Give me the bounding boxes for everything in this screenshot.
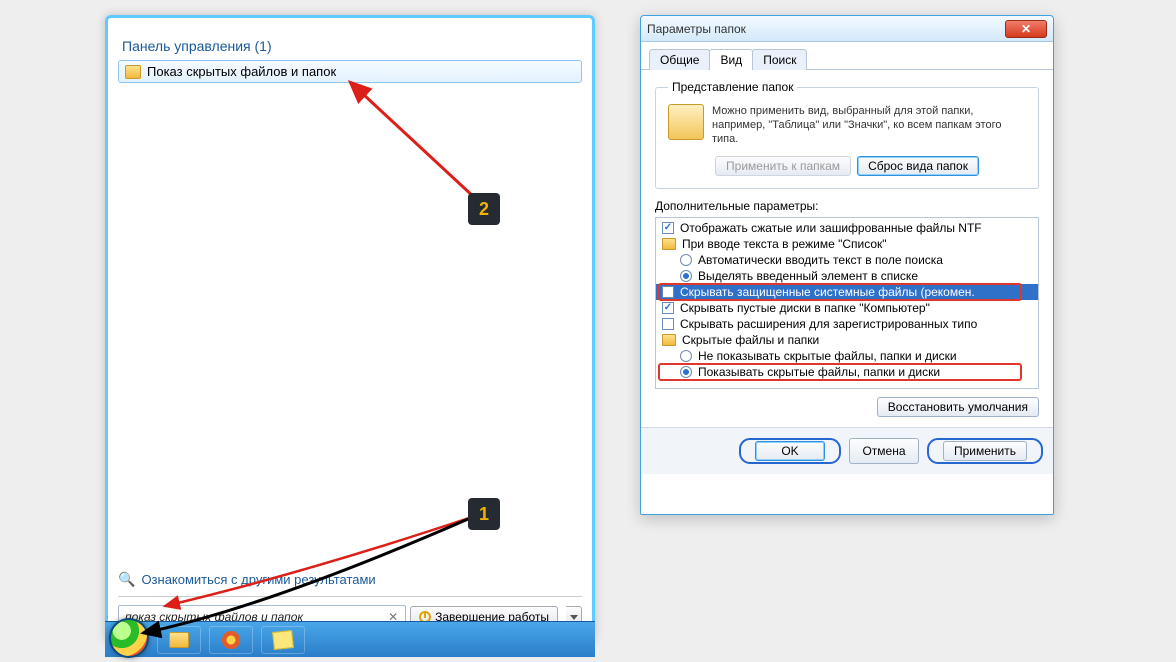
folder-options-dialog: Параметры папок ✕ Общие Вид Поиск Предст… [640,15,1054,515]
dialog-title: Параметры папок [647,22,1005,36]
radio-icon[interactable] [680,254,692,266]
dialog-body: Представление папок Можно применить вид,… [641,70,1053,427]
list-item-label: Скрывать пустые диски в папке "Компьютер… [680,301,930,315]
list-item[interactable]: Скрывать пустые диски в папке "Компьютер… [656,300,1038,316]
checkbox-icon[interactable] [662,302,674,314]
list-item[interactable]: Скрывать расширения для зарегистрированн… [656,316,1038,332]
list-item-label: При вводе текста в режиме "Список" [682,237,887,251]
apply-to-folders-button: Применить к папкам [715,156,851,176]
list-item[interactable]: Автоматически вводить текст в поле поиск… [656,252,1038,268]
list-item-label: Скрытые файлы и папки [682,333,819,347]
firefox-icon [222,631,240,649]
taskbar [105,621,595,657]
category-header: Панель управления (1) [122,38,582,54]
tab-view[interactable]: Вид [709,49,753,70]
checkbox-icon[interactable] [662,222,674,234]
list-item[interactable]: Скрытые файлы и папки [656,332,1038,348]
list-item-label: Показывать скрытые файлы, папки и диски [698,365,940,379]
list-item-hide-protected[interactable]: Скрывать защищенные системные файлы (рек… [656,284,1038,300]
cancel-button[interactable]: Отмена [849,438,919,464]
explorer-icon [169,632,189,648]
radio-icon[interactable] [680,366,692,378]
folder-icon [662,238,676,250]
checkbox-icon[interactable] [662,286,674,298]
start-menu-panel: Панель управления (1) Показ скрытых файл… [105,15,595,642]
list-item[interactable]: Не показывать скрытые файлы, папки и дис… [656,348,1038,364]
list-item-label: Отображать сжатые или зашифрованные файл… [680,221,982,235]
tab-bar: Общие Вид Поиск [641,42,1053,70]
taskbar-firefox[interactable] [209,626,253,654]
annotation-2: 2 [468,193,500,225]
search-icon: 🔍 [118,571,135,588]
folder-icon [668,104,704,140]
folder-view-legend: Представление папок [668,80,797,94]
radio-icon[interactable] [680,270,692,282]
search-result-label: Показ скрытых файлов и папок [147,64,336,79]
tab-general[interactable]: Общие [649,49,710,70]
other-results-label: Ознакомиться с другими результатами [141,572,375,587]
checkbox-icon[interactable] [662,318,674,330]
list-item-label: Не показывать скрытые файлы, папки и дис… [698,349,957,363]
chevron-right-icon [570,615,578,620]
folder-icon [125,65,141,79]
taskbar-explorer[interactable] [157,626,201,654]
titlebar: Параметры папок ✕ [641,16,1053,42]
taskbar-sticky-notes[interactable] [261,626,305,654]
folder-view-group: Представление папок Можно применить вид,… [655,80,1039,189]
ok-button-highlight: OK [739,438,841,464]
restore-defaults-button[interactable]: Восстановить умолчания [877,397,1039,417]
list-item[interactable]: При вводе текста в режиме "Список" [656,236,1038,252]
list-item-label: Скрывать защищенные системные файлы (рек… [680,285,975,299]
advanced-settings-list[interactable]: Отображать сжатые или зашифрованные файл… [655,217,1039,389]
start-button[interactable] [109,618,149,658]
other-results-link[interactable]: 🔍 Ознакомиться с другими результатами [118,571,582,588]
list-item-label: Автоматически вводить текст в поле поиск… [698,253,943,267]
folder-icon [662,334,676,346]
search-result-item[interactable]: Показ скрытых файлов и папок [118,60,582,83]
folder-view-text: Можно применить вид, выбранный для этой … [712,104,1026,146]
list-item-label: Выделять введенный элемент в списке [698,269,918,283]
list-item-label: Скрывать расширения для зарегистрированн… [680,317,977,331]
dialog-footer: OK Отмена Применить [641,427,1053,474]
close-button[interactable]: ✕ [1005,20,1047,38]
tab-search[interactable]: Поиск [752,49,807,70]
notes-icon [272,630,294,650]
annotation-1: 1 [468,498,500,530]
reset-folder-view-button[interactable]: Сброс вида папок [857,156,979,176]
ok-button[interactable]: OK [755,441,825,461]
list-item-show-hidden[interactable]: Показывать скрытые файлы, папки и диски [656,364,1038,380]
apply-button-highlight: Применить [927,438,1043,464]
close-icon: ✕ [1021,22,1031,36]
radio-icon[interactable] [680,350,692,362]
list-item[interactable]: Отображать сжатые или зашифрованные файл… [656,220,1038,236]
apply-button[interactable]: Применить [943,441,1027,461]
advanced-settings-label: Дополнительные параметры: [655,199,1039,213]
list-item[interactable]: Выделять введенный элемент в списке [656,268,1038,284]
